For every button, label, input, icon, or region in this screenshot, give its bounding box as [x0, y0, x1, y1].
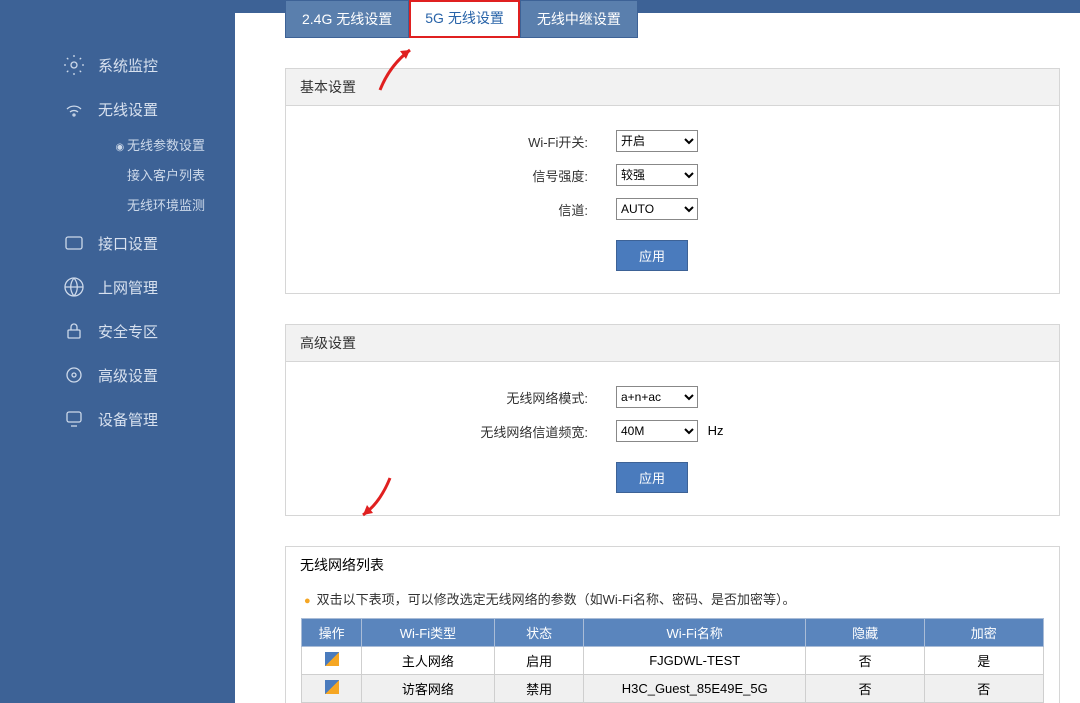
- sidebar-item-label: 无线设置: [98, 99, 158, 120]
- sidebar-sub-env-monitor[interactable]: 无线环境监测: [0, 191, 235, 221]
- col-hidden: 隐藏: [806, 619, 925, 647]
- table-row[interactable]: 访客网络 禁用 H3C_Guest_85E49E_5G 否 否: [302, 675, 1043, 703]
- channel-label: 信道:: [286, 200, 616, 219]
- sidebar-item-label: 接口设置: [98, 233, 158, 254]
- interface-icon: [62, 231, 86, 255]
- cell-name: FJGDWL-TEST: [584, 647, 806, 675]
- cell-name: H3C_Guest_85E49E_5G: [584, 675, 806, 703]
- sidebar-item-monitor[interactable]: 系统监控: [0, 43, 235, 87]
- col-type: Wi-Fi类型: [361, 619, 494, 647]
- width-label: 无线网络信道频宽:: [286, 422, 616, 441]
- main-content: 2.4G 无线设置 5G 无线设置 无线中继设置 基本设置 Wi-Fi开关: 开…: [235, 13, 1080, 703]
- panel-title: 基本设置: [286, 69, 1059, 106]
- width-suffix: Hz: [708, 423, 724, 438]
- sidebar-item-security[interactable]: 安全专区: [0, 309, 235, 353]
- sidebar-item-label: 系统监控: [98, 55, 158, 76]
- apply-button-basic[interactable]: 应用: [616, 240, 688, 271]
- cell-hidden: 否: [806, 675, 925, 703]
- list-note: 双击以下表项，可以修改选定无线网络的参数（如Wi-Fi名称、密码、是否加密等）。: [286, 583, 1059, 614]
- mode-label: 无线网络模式:: [286, 388, 616, 407]
- sidebar-item-internet[interactable]: 上网管理: [0, 265, 235, 309]
- sidebar-item-label: 设备管理: [98, 409, 158, 430]
- sidebar-item-label: 安全专区: [98, 321, 158, 342]
- panel-advanced: 高级设置 无线网络模式: a+n+ac 无线网络信道频宽: 40M Hz 应用: [285, 324, 1060, 516]
- col-encrypt: 加密: [924, 619, 1043, 647]
- tab-24g[interactable]: 2.4G 无线设置: [285, 0, 409, 38]
- gear-icon: [62, 53, 86, 77]
- sidebar-item-interface[interactable]: 接口设置: [0, 221, 235, 265]
- panel-title: 无线网络列表: [286, 547, 1059, 583]
- edit-icon[interactable]: [325, 652, 339, 666]
- edit-icon[interactable]: [325, 680, 339, 694]
- device-icon: [62, 407, 86, 431]
- sidebar-item-advanced[interactable]: 高级设置: [0, 353, 235, 397]
- channel-select[interactable]: AUTO: [616, 198, 698, 220]
- globe-icon: [62, 275, 86, 299]
- wifi-switch-label: Wi-Fi开关:: [286, 132, 616, 151]
- cell-type: 主人网络: [361, 647, 494, 675]
- cell-encrypt: 是: [924, 647, 1043, 675]
- signal-label: 信号强度:: [286, 166, 616, 185]
- table-header-row: 操作 Wi-Fi类型 状态 Wi-Fi名称 隐藏 加密: [302, 619, 1043, 647]
- sidebar-item-label: 高级设置: [98, 365, 158, 386]
- sidebar: 系统监控 无线设置 无线参数设置 接入客户列表 无线环境监测 接口设置 上网管理…: [0, 13, 235, 703]
- sidebar-sub-client-list[interactable]: 接入客户列表: [0, 161, 235, 191]
- panel-list: 无线网络列表 双击以下表项，可以修改选定无线网络的参数（如Wi-Fi名称、密码、…: [285, 546, 1060, 703]
- sidebar-item-label: 上网管理: [98, 277, 158, 298]
- col-status: 状态: [495, 619, 584, 647]
- cell-hidden: 否: [806, 647, 925, 675]
- wifi-icon: [62, 97, 86, 121]
- sidebar-item-wireless[interactable]: 无线设置: [0, 87, 235, 131]
- settings-icon: [62, 363, 86, 387]
- cell-status: 启用: [495, 647, 584, 675]
- network-table: 操作 Wi-Fi类型 状态 Wi-Fi名称 隐藏 加密 主人网络 启用 FJGD…: [301, 618, 1043, 703]
- cell-encrypt: 否: [924, 675, 1043, 703]
- tab-repeater[interactable]: 无线中继设置: [520, 0, 638, 38]
- signal-select[interactable]: 较强: [616, 164, 698, 186]
- panel-title: 高级设置: [286, 325, 1059, 362]
- panel-basic: 基本设置 Wi-Fi开关: 开启 信号强度: 较强 信道: AUTO 应用: [285, 68, 1060, 294]
- col-action: 操作: [302, 619, 361, 647]
- mode-select[interactable]: a+n+ac: [616, 386, 698, 408]
- cell-status: 禁用: [495, 675, 584, 703]
- lock-icon: [62, 319, 86, 343]
- table-row[interactable]: 主人网络 启用 FJGDWL-TEST 否 是: [302, 647, 1043, 675]
- col-name: Wi-Fi名称: [584, 619, 806, 647]
- apply-button-advanced[interactable]: 应用: [616, 462, 688, 493]
- tab-5g[interactable]: 5G 无线设置: [409, 0, 520, 38]
- tabs: 2.4G 无线设置 5G 无线设置 无线中继设置: [285, 0, 1060, 38]
- width-select[interactable]: 40M: [616, 420, 698, 442]
- sidebar-sub-wireless-params[interactable]: 无线参数设置: [0, 131, 235, 161]
- cell-type: 访客网络: [361, 675, 494, 703]
- sidebar-item-device[interactable]: 设备管理: [0, 397, 235, 441]
- wifi-switch-select[interactable]: 开启: [616, 130, 698, 152]
